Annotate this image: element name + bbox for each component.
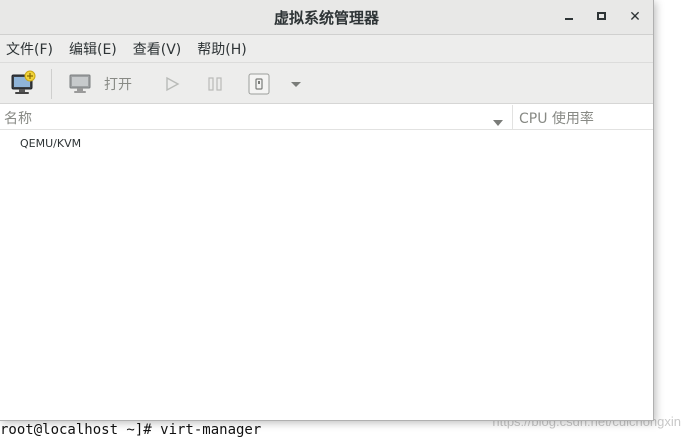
menu-file[interactable]: 文件(F) xyxy=(6,39,53,59)
new-vm-icon xyxy=(11,70,36,94)
maximize-button[interactable] xyxy=(591,8,611,26)
terminal-command-line: root@localhost ~]# virt-manager xyxy=(0,422,262,438)
open-button[interactable]: 打开 xyxy=(68,70,138,98)
chevron-down-icon xyxy=(291,82,301,87)
run-button[interactable] xyxy=(162,70,182,98)
menu-view[interactable]: 查看(V) xyxy=(133,39,182,59)
menu-edit[interactable]: 编辑(E) xyxy=(69,39,117,59)
column-header-name[interactable]: 名称 xyxy=(4,108,32,128)
list-item[interactable]: QEMU/KVM xyxy=(20,137,81,150)
play-icon xyxy=(166,76,180,92)
minimize-button[interactable] xyxy=(559,8,579,26)
close-icon: ✕ xyxy=(629,9,641,25)
toolbar: 打开 xyxy=(0,63,653,104)
toolbar-separator xyxy=(51,69,52,99)
minimize-icon xyxy=(565,18,573,20)
pause-button[interactable] xyxy=(205,70,225,98)
shutdown-dropdown-button[interactable] xyxy=(288,70,304,98)
list-header: 名称 CPU 使用率 xyxy=(0,105,653,132)
menubar: 文件(F) 编辑(E) 查看(V) 帮助(H) xyxy=(0,35,653,63)
pause-icon xyxy=(208,77,222,91)
column-divider[interactable] xyxy=(512,105,513,130)
window-title: 虚拟系统管理器 xyxy=(273,9,379,27)
column-header-cpu[interactable]: CPU 使用率 xyxy=(519,108,594,128)
connection-name: QEMU/KVM xyxy=(20,137,82,150)
sort-indicator-icon[interactable] xyxy=(492,113,504,132)
monitor-icon xyxy=(69,74,91,93)
maximize-icon xyxy=(596,12,606,20)
close-button[interactable]: ✕ xyxy=(625,8,645,26)
menu-help[interactable]: 帮助(H) xyxy=(197,39,246,59)
new-vm-button[interactable] xyxy=(9,70,37,98)
virt-manager-window: 虚拟系统管理器 ✕ 文件(F) 编辑(E) 查看(V) 帮助(H) 打开 名称 … xyxy=(0,0,654,421)
stop-icon xyxy=(248,73,270,95)
stop-button[interactable] xyxy=(248,70,270,98)
titlebar[interactable]: 虚拟系统管理器 ✕ xyxy=(0,0,653,35)
open-button-label: 打开 xyxy=(104,77,132,93)
